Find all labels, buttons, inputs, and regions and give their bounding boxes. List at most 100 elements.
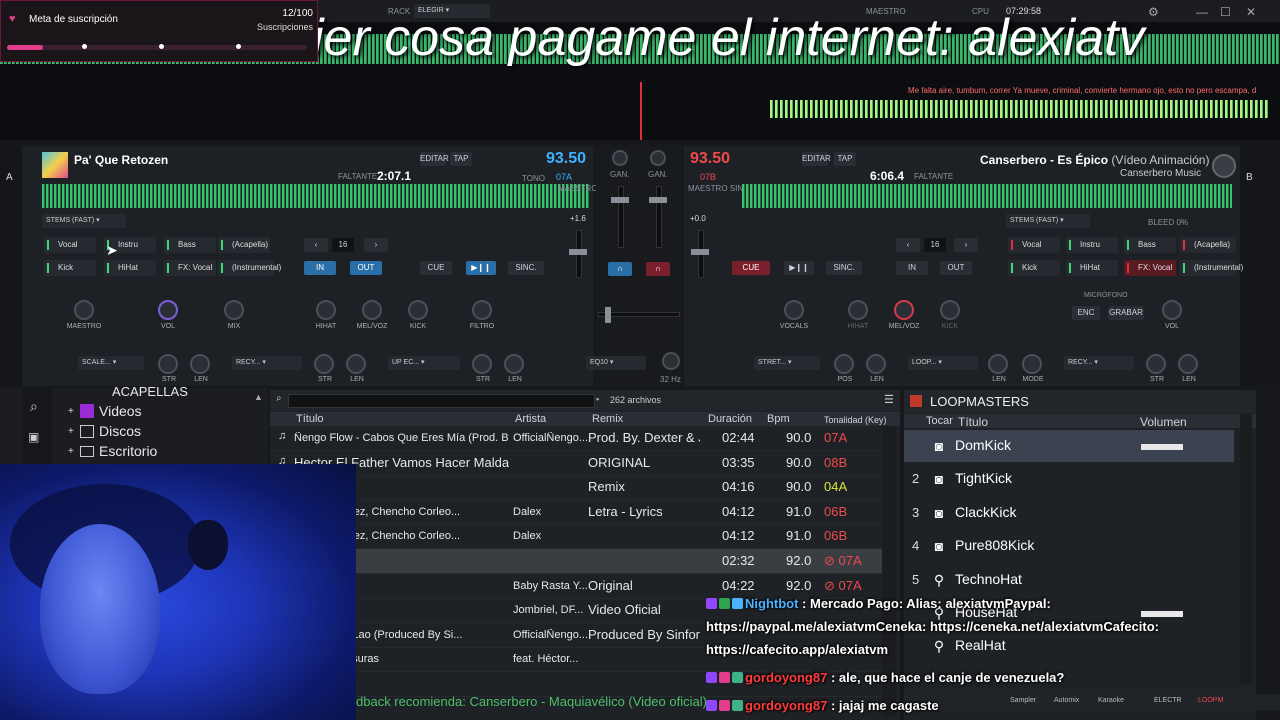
stem-kick-a[interactable]: Kick <box>44 260 96 276</box>
loop-item[interactable]: 2 ◙ TightKick <box>904 463 1234 495</box>
table-row[interactable]: ♫ Hector El Father Vamos Hacer Maldades OR… <box>270 451 882 476</box>
eq-select[interactable]: EQ10 ▾ <box>586 356 646 370</box>
chat-username[interactable]: Nightbot <box>745 596 798 611</box>
tree-item-discos[interactable]: Discos <box>99 423 141 439</box>
deck-b-play-button[interactable]: ▶❙❙ <box>784 261 814 275</box>
stem-instru-b[interactable]: Instru <box>1066 237 1118 253</box>
stem-acapella-a[interactable]: (Acapella) <box>218 237 270 253</box>
melvoz-knob-b[interactable] <box>894 300 914 320</box>
loop-item[interactable]: 3 ◙ ClackKick <box>904 497 1234 529</box>
stem-hihat-a[interactable]: HiHat <box>104 260 156 276</box>
tree-item-escritorio[interactable]: Escritorio <box>99 443 157 459</box>
col-bpm[interactable]: Bpm <box>767 413 790 425</box>
deck-b-jog-icon[interactable] <box>1212 154 1236 178</box>
deck-a-waveform[interactable] <box>42 184 590 208</box>
hihat-icon[interactable]: ⚲ <box>930 637 948 655</box>
filter-knob-a[interactable] <box>472 300 492 320</box>
deck-a-cue-button[interactable]: CUE <box>420 261 452 275</box>
fx2-select-a[interactable]: RECY... ▾ <box>232 356 302 370</box>
tab-karaoke[interactable]: Karaoke <box>1098 697 1124 704</box>
loop-halve-button[interactable]: ‹ <box>304 238 328 252</box>
tab-electr[interactable]: ELECTR <box>1154 697 1182 704</box>
stem-fx-vocal-a[interactable]: FX: Vocal <box>164 260 216 276</box>
tree-item-videos[interactable]: Videos <box>99 403 142 419</box>
fx3-select-a[interactable]: UP EC... ▾ <box>388 356 460 370</box>
stem-hihat-b[interactable]: HiHat <box>1066 260 1118 276</box>
fx2-select-b[interactable]: LOOP... ▾ <box>908 356 978 370</box>
search-input[interactable] <box>288 394 595 408</box>
hihat-icon[interactable]: ⚲ <box>930 571 948 589</box>
deck-a-play-button[interactable]: ▶❙❙ <box>466 261 496 275</box>
loop-item[interactable]: 4 ◙ Pure808Kick <box>904 530 1234 562</box>
deck-a-pitch-fader[interactable] <box>569 230 587 278</box>
mic-vol-knob[interactable] <box>1162 300 1182 320</box>
volume-fader-a[interactable] <box>611 186 629 248</box>
headphone-b-icon[interactable]: ∩ <box>646 262 670 276</box>
fx1-pos-knob-b[interactable] <box>834 354 854 374</box>
fx2-mode-knob-b[interactable] <box>1022 354 1042 374</box>
chat-username[interactable]: gordoyong87 <box>745 670 827 685</box>
scroll-up-icon[interactable]: ▲ <box>254 392 263 402</box>
loop-halve-button-b[interactable]: ‹ <box>896 238 920 252</box>
mic-record-button[interactable]: GRABAR <box>1108 306 1144 320</box>
kick-knob-a[interactable] <box>408 300 428 320</box>
loop-double-button-b[interactable]: › <box>954 238 978 252</box>
stem-fx-vocal-b[interactable]: FX: Vocal <box>1124 260 1176 276</box>
fx2-len-knob[interactable] <box>346 354 366 374</box>
chat-username[interactable]: gordoyong87 <box>745 698 827 713</box>
table-row[interactable]: do en FuegoBaby Rasta Y...Original04:229… <box>270 574 882 599</box>
deck-b-pitch-fader[interactable] <box>691 230 709 278</box>
col-remix[interactable]: Remix <box>592 413 623 425</box>
col-key[interactable]: Tonalidad (Key) <box>824 415 887 425</box>
deck-b-out-button[interactable]: OUT <box>940 261 972 275</box>
deck-b-waveform[interactable] <box>742 184 1232 208</box>
deck-a-sync-button[interactable]: SINC. <box>508 261 544 275</box>
hihat-knob-a[interactable] <box>316 300 336 320</box>
eq-knob-32hz[interactable] <box>662 352 680 370</box>
mic-enc-button[interactable]: ENC <box>1072 306 1100 320</box>
stem-vocal-a[interactable]: Vocal <box>44 237 96 253</box>
fx3-len-knob-b[interactable] <box>1178 354 1198 374</box>
deck-a-tap-button[interactable]: TAP <box>450 152 472 166</box>
loop-volume-bar[interactable] <box>1141 444 1183 450</box>
stem-kick-b[interactable]: Kick <box>1008 260 1060 276</box>
col-volume[interactable]: Volumen <box>1140 415 1187 429</box>
vocals-knob-b[interactable] <box>784 300 804 320</box>
stem-acapella-b[interactable]: (Acapella) <box>1180 237 1236 253</box>
search-icon[interactable]: ⌕ <box>30 398 38 415</box>
deck-b-tap-button[interactable]: TAP <box>834 152 856 166</box>
tab-loopm[interactable]: LOOPM <box>1198 697 1223 704</box>
deck-b-cue-button[interactable]: CUE <box>732 261 770 275</box>
drum-icon[interactable]: ◙ <box>930 437 948 455</box>
loop-double-button[interactable]: › <box>364 238 388 252</box>
drum-icon[interactable]: ◙ <box>930 504 948 522</box>
fx1-len-knob[interactable] <box>190 354 210 374</box>
fx1-len-knob-b[interactable] <box>866 354 886 374</box>
folder-icon[interactable]: ▣ <box>28 430 39 444</box>
expand-icon[interactable]: + <box>68 426 74 437</box>
fx3-len-knob[interactable] <box>504 354 524 374</box>
fx3-str-knob-b[interactable] <box>1146 354 1166 374</box>
gain-knob-b[interactable] <box>650 150 666 166</box>
col-title[interactable]: Título <box>296 413 324 425</box>
drum-icon[interactable]: ◙ <box>930 537 948 555</box>
tree-item-acapellas[interactable]: ACAPELLAS <box>112 384 188 399</box>
fx2-str-knob[interactable] <box>314 354 334 374</box>
table-row[interactable]: Lenny Tavárez, Chencho Corleo... Dalex Let… <box>270 500 882 525</box>
expand-icon[interactable]: + <box>68 406 74 417</box>
deck-a-in-button[interactable]: IN <box>304 261 336 275</box>
hihat-knob-b[interactable] <box>848 300 868 320</box>
headphone-a-icon[interactable]: ∩ <box>608 262 632 276</box>
deck-b-stems-select[interactable]: STEMS (FAST) ▾ <box>1006 214 1090 228</box>
stem-instrumental-b[interactable]: (Instrumental) <box>1180 260 1243 276</box>
loop-item[interactable]: 5 ⚲ TechnoHat <box>904 564 1234 596</box>
fx2-len-knob-b[interactable] <box>988 354 1008 374</box>
fx1-select-b[interactable]: STRET... ▾ <box>754 356 820 370</box>
col-artist[interactable]: Artista <box>515 413 546 425</box>
table-row[interactable]: ♫ Ñengo Flow - Cabos Que Eres Mía (Prod. … <box>270 426 882 451</box>
col-loop-title[interactable]: Título <box>958 415 988 429</box>
tab-automix[interactable]: Automix <box>1054 697 1079 704</box>
gain-knob-a[interactable] <box>612 150 628 166</box>
deck-b-sync-button[interactable]: SINC. <box>826 261 862 275</box>
fx1-str-knob[interactable] <box>158 354 178 374</box>
